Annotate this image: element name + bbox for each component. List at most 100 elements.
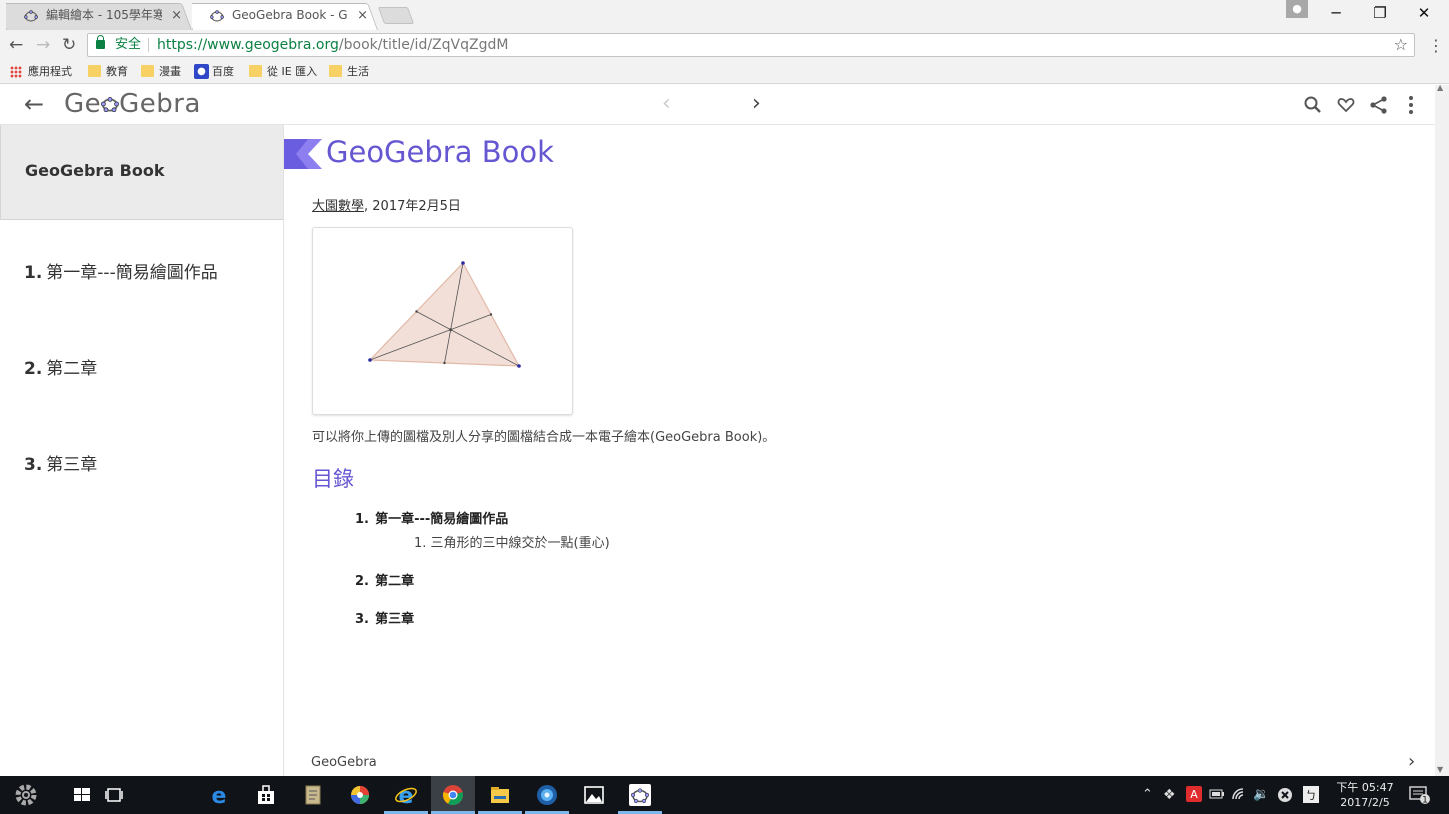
book-sidebar: GeoGebra Book 1. 第一章---簡易繪圖作品 2. 第二章 3. 第三章 xyxy=(0,125,284,776)
action-center-notification-icon[interactable]: 1 xyxy=(1409,785,1431,805)
profile-user-icon[interactable]: ● xyxy=(1286,0,1308,18)
sidebar-item-chapter-3[interactable]: 3. 第三章 xyxy=(24,450,97,475)
svg-text:e: e xyxy=(399,784,414,807)
footer-geogebra-logo[interactable]: GeoGebra xyxy=(311,755,377,770)
bookmark-label: 教育 xyxy=(106,65,128,78)
url-separator xyxy=(148,38,149,52)
toc-chapter-3[interactable]: 3. 第三章 xyxy=(355,608,416,627)
toc-heading: 目錄 xyxy=(312,467,354,491)
browser-menu-icon[interactable]: ⋮ xyxy=(1428,36,1444,55)
browser-tab-geogebra-book[interactable]: GeoGebra Book - GeoG × xyxy=(192,3,378,30)
tab-close-icon[interactable]: × xyxy=(171,3,182,28)
dropbox-icon[interactable]: ❖ xyxy=(1163,787,1176,803)
windows-start-icon[interactable] xyxy=(70,783,94,807)
url-text[interactable]: https://www.geogebra.org/book/title/id/Z… xyxy=(157,34,508,56)
tab-close-icon[interactable]: × xyxy=(357,3,368,28)
share-icon[interactable] xyxy=(1368,94,1390,116)
page-scrollbar[interactable]: ▲ ▼ xyxy=(1435,83,1449,776)
favorite-heart-icon[interactable] xyxy=(1335,94,1357,116)
sidebar-item-chapter-2[interactable]: 2. 第二章 xyxy=(24,354,97,379)
geogebra-logo[interactable]: Ge Gebra xyxy=(64,89,201,119)
bookmark-apps[interactable]: 應用程式 xyxy=(10,64,72,80)
photo-color-app-icon[interactable] xyxy=(348,783,372,807)
bookmark-comics[interactable]: 漫畫 xyxy=(141,64,181,80)
notepad-app-icon[interactable] xyxy=(301,783,325,807)
scroll-down-arrow-icon[interactable]: ▼ xyxy=(1437,765,1443,774)
store-bag-icon[interactable] xyxy=(254,783,278,807)
battery-icon[interactable] xyxy=(1209,788,1225,800)
wifi-icon[interactable] xyxy=(1232,787,1248,801)
restore-button[interactable]: ❐ xyxy=(1357,2,1403,26)
sidebar-item-chapter-1[interactable]: 1. 第一章---簡易繪圖作品 xyxy=(24,258,218,283)
chapter-label: 第三章 xyxy=(46,455,98,475)
scroll-up-arrow-icon[interactable]: ▲ xyxy=(1437,83,1443,92)
book-description: 可以將你上傳的圖檔及別人分享的圖檔結合成一本電子繪本(GeoGebra Book… xyxy=(312,430,776,445)
back-arrow-icon[interactable]: ← xyxy=(9,34,23,56)
baidu-paw-icon: ● xyxy=(194,64,209,79)
windows-taskbar: e e ⌃ ❖ A 🔉 ㄅ 下午 05:47 2017/2/5 1 xyxy=(0,776,1449,814)
browser-tab-strip: 編輯繪本 - 105學年寒假 × GeoGebra Book - GeoG × … xyxy=(0,0,1449,30)
url-path: /book/title/id/ZqVqZgdM xyxy=(338,37,509,53)
bookmark-star-icon[interactable]: ☆ xyxy=(1394,34,1408,56)
logo-text-left: Ge xyxy=(64,89,102,119)
tray-expand-chevron-icon[interactable]: ⌃ xyxy=(1142,787,1153,802)
close-window-button[interactable]: ✕ xyxy=(1401,2,1447,26)
search-icon[interactable] xyxy=(1302,94,1324,116)
bookmark-label: 漫畫 xyxy=(159,65,181,78)
geogebra-logo-icon xyxy=(101,97,120,112)
minimize-button[interactable]: ─ xyxy=(1313,2,1359,26)
bookmark-baidu[interactable]: ● 百度 xyxy=(194,64,234,80)
book-cover-thumbnail[interactable] xyxy=(312,227,573,415)
next-page-chevron-icon[interactable]: › xyxy=(752,91,761,116)
svg-text:ㄅ: ㄅ xyxy=(1306,789,1317,802)
chapter-label: 第二章 xyxy=(375,574,415,589)
bookmark-ie-import[interactable]: 從 IE 匯入 xyxy=(249,64,317,80)
back-arrow-icon[interactable]: ← xyxy=(24,91,44,117)
book-byline: 大園數學, 2017年2月5日 xyxy=(312,195,461,214)
svg-text:A: A xyxy=(1190,788,1198,801)
edge-browser-icon[interactable]: e xyxy=(207,783,231,807)
reload-icon[interactable]: ↻ xyxy=(62,34,76,56)
sidebar-book-title[interactable]: GeoGebra Book xyxy=(0,125,283,220)
gear-icon[interactable] xyxy=(12,781,40,809)
acrobat-red-icon[interactable]: A xyxy=(1186,786,1202,802)
more-options-icon[interactable] xyxy=(1400,94,1422,116)
bookmark-life[interactable]: 生活 xyxy=(329,64,369,80)
bookmarks-bar: 應用程式 教育 漫畫 ● 百度 從 IE 匯入 生活 xyxy=(0,60,1449,84)
folder-icon xyxy=(329,65,342,77)
toc-activity-1[interactable]: 1. 三角形的三中線交於一點(重心) xyxy=(414,532,610,551)
secure-label: 安全 xyxy=(115,37,142,52)
bookmark-label: 百度 xyxy=(212,65,234,78)
chrome-browser-icon[interactable] xyxy=(441,783,465,807)
chapter-label: 第三章 xyxy=(375,612,415,627)
book-main-content: GeoGebra Book 大園數學, 2017年2月5日 可以將你上傳的圖檔及… xyxy=(284,125,1435,776)
volume-speaker-icon[interactable]: 🔉 xyxy=(1253,787,1269,802)
internet-explorer-icon[interactable]: e xyxy=(394,783,418,807)
sidebar-title-text: GeoGebra Book xyxy=(25,161,165,180)
media-player-globe-icon[interactable] xyxy=(535,783,559,807)
browser-tab-edit-book[interactable]: 編輯繪本 - 105學年寒假 × xyxy=(6,3,192,30)
task-view-icon[interactable] xyxy=(102,783,126,807)
book-title: GeoGebra Book xyxy=(326,135,554,169)
notification-count: 1 xyxy=(1422,796,1428,806)
clock-time: 下午 05:47 xyxy=(1336,781,1394,794)
system-clock[interactable]: 下午 05:47 2017/2/5 xyxy=(1334,780,1396,810)
toc-chapter-1[interactable]: 1. 第一章---簡易繪圖作品 xyxy=(355,508,510,527)
previous-page-chevron-icon[interactable]: ‹ xyxy=(662,91,671,116)
no-connection-x-icon[interactable] xyxy=(1277,787,1293,803)
forward-arrow-icon[interactable]: → xyxy=(36,34,50,56)
folder-icon xyxy=(88,65,101,77)
geogebra-header: ← Ge Gebra ‹ › xyxy=(0,85,1435,125)
bookmark-education[interactable]: 教育 xyxy=(88,64,128,80)
geogebra-app-icon[interactable] xyxy=(628,783,652,807)
author-link[interactable]: 大園數學 xyxy=(312,199,364,214)
new-tab-button[interactable] xyxy=(377,7,415,24)
tab-title: 編輯繪本 - 105學年寒假 xyxy=(46,8,162,22)
toc-chapter-2[interactable]: 2. 第二章 xyxy=(355,570,416,589)
book-ribbon-icon xyxy=(284,139,322,169)
file-explorer-folder-icon[interactable] xyxy=(488,783,512,807)
photos-app-icon[interactable] xyxy=(582,783,606,807)
footer-next-chevron-icon[interactable]: › xyxy=(1408,751,1415,772)
input-method-icon[interactable]: ㄅ xyxy=(1303,786,1319,803)
address-bar[interactable]: 安全 https://www.geogebra.org/book/title/i… xyxy=(87,33,1415,57)
